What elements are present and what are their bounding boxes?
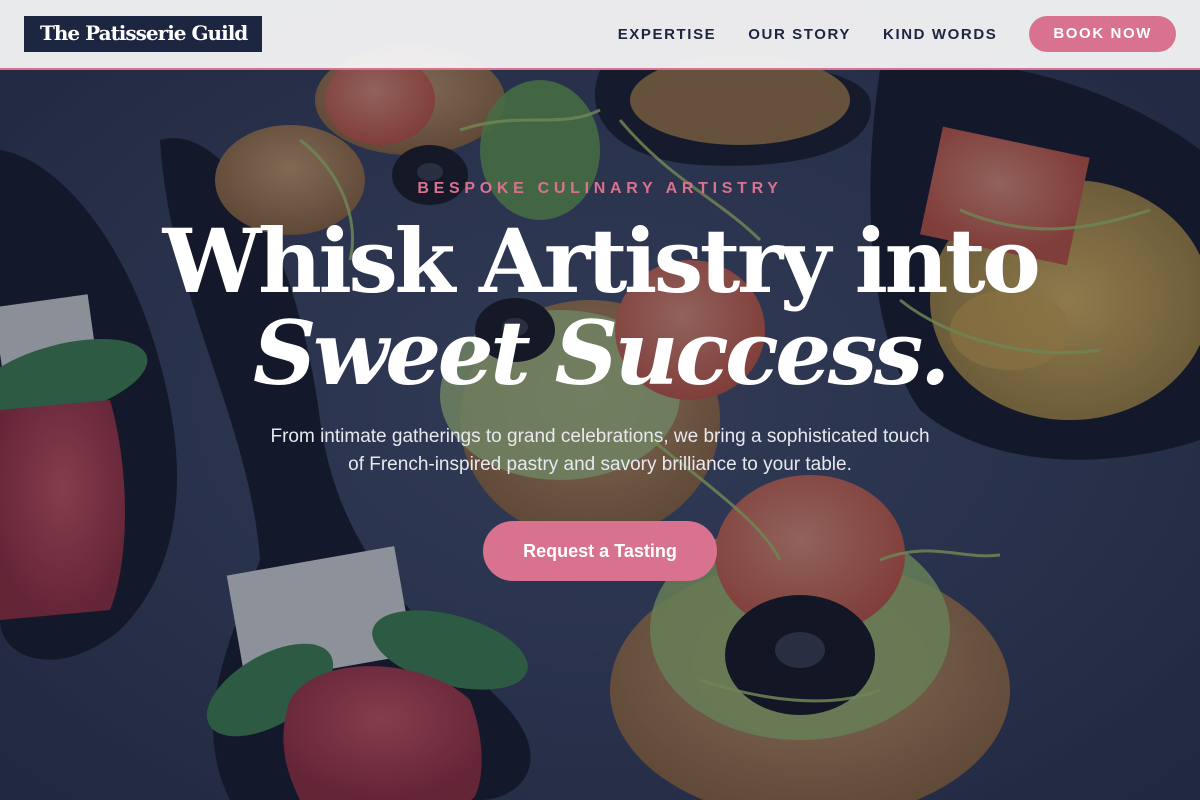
hero-eyebrow: BESPOKE CULINARY ARTISTRY bbox=[417, 180, 783, 197]
hero-headline: Whisk Artistry into Sweet Success. bbox=[0, 217, 1200, 401]
hero-headline-line1: Whisk Artistry into bbox=[162, 209, 1041, 313]
nav-link-kind-words[interactable]: KIND WORDS bbox=[883, 26, 997, 43]
hero-subtext: From intimate gatherings to grand celebr… bbox=[270, 426, 930, 475]
nav-link-expertise[interactable]: EXPERTISE bbox=[618, 26, 717, 43]
top-nav: The Patisserie Guild EXPERTISE OUR STORY… bbox=[0, 0, 1200, 70]
request-tasting-button[interactable]: Request a Tasting bbox=[483, 521, 717, 581]
book-now-button[interactable]: BOOK NOW bbox=[1029, 16, 1176, 52]
hero-content: BESPOKE CULINARY ARTISTRY Whisk Artistry… bbox=[0, 180, 1200, 581]
nav-links: EXPERTISE OUR STORY KIND WORDS BOOK NOW bbox=[618, 16, 1176, 52]
nav-link-our-story[interactable]: OUR STORY bbox=[748, 26, 851, 43]
hero-headline-line2: Sweet Success. bbox=[253, 301, 950, 405]
brand-logo[interactable]: The Patisserie Guild bbox=[24, 16, 263, 52]
